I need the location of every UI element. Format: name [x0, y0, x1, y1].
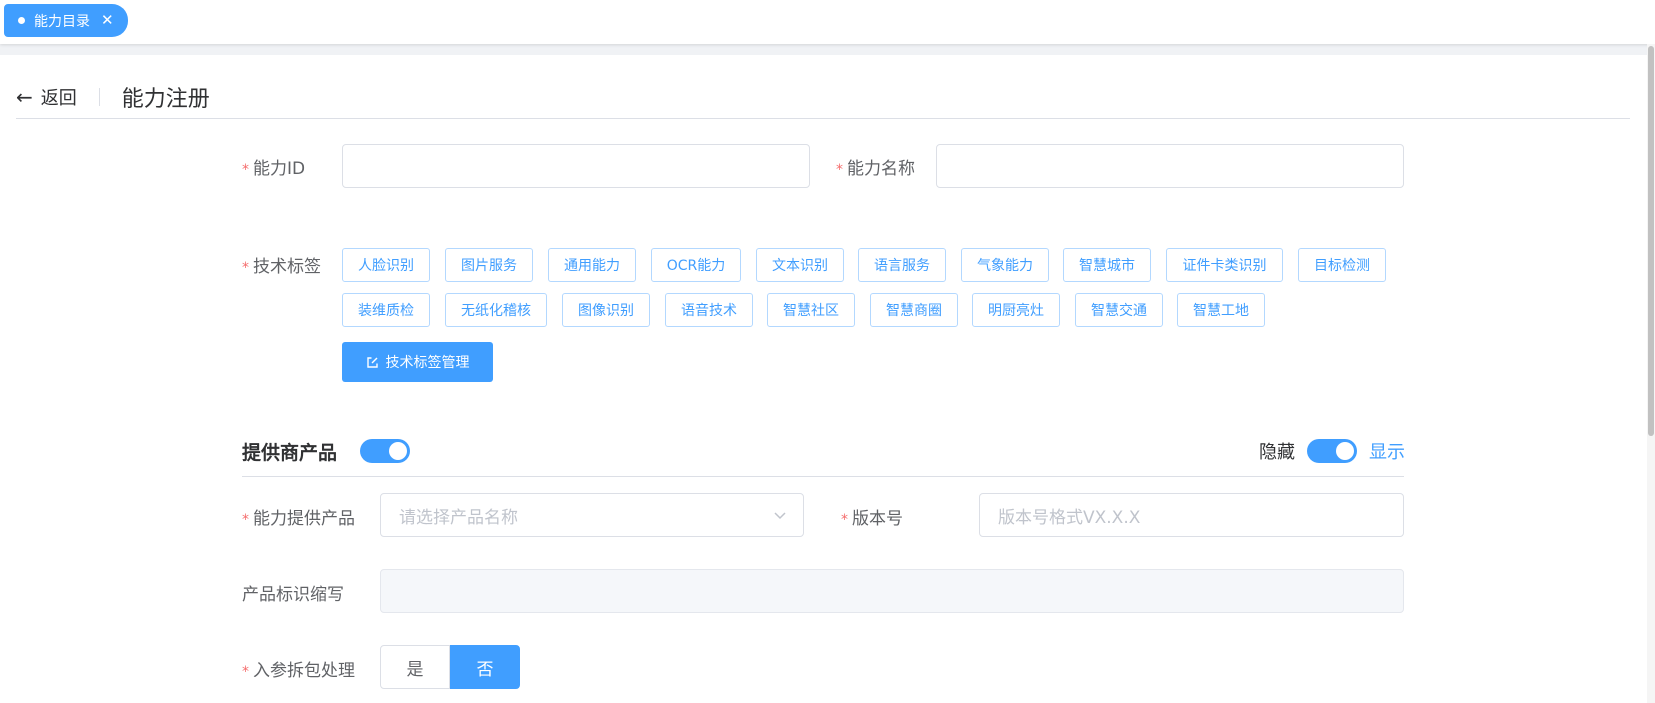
product-select[interactable]: 请选择产品名称	[380, 493, 804, 537]
close-icon[interactable]: ✕	[101, 13, 114, 28]
tag-item[interactable]: 明厨亮灶	[972, 293, 1060, 327]
version-label: * 版本号	[841, 509, 903, 529]
tab-ability-catalog[interactable]: 能力目录 ✕	[4, 4, 128, 37]
product-abbr-input[interactable]	[380, 569, 1404, 613]
tag-item[interactable]: 语音技术	[665, 293, 753, 327]
tag-item[interactable]: 证件卡类识别	[1166, 248, 1283, 282]
tag-item[interactable]: 通用能力	[548, 248, 636, 282]
tag-item[interactable]: 文本识别	[756, 248, 844, 282]
tag-item[interactable]: 人脸识别	[342, 248, 430, 282]
product-placeholder: 请选择产品名称	[399, 507, 518, 528]
required-mark: *	[242, 260, 249, 276]
required-mark: *	[242, 512, 249, 528]
toggle-knob	[1336, 442, 1354, 460]
tag-item[interactable]: OCR能力	[651, 248, 741, 282]
show-label: 显示	[1369, 442, 1405, 463]
arrow-left-icon: ←	[16, 84, 33, 109]
product-abbr-label: 产品标识缩写	[242, 585, 344, 605]
tab-label: 能力目录	[34, 13, 90, 30]
tech-tags-label: * 技术标签	[242, 257, 321, 277]
product-label: * 能力提供产品	[242, 509, 355, 529]
required-mark: *	[242, 162, 249, 178]
tag-item[interactable]: 智慧城市	[1063, 248, 1151, 282]
active-dot-icon	[18, 17, 25, 24]
tag-item[interactable]: 气象能力	[961, 248, 1049, 282]
tag-item[interactable]: 图像识别	[562, 293, 650, 327]
back-label: 返回	[40, 87, 77, 109]
tag-item[interactable]: 装维质检	[342, 293, 430, 327]
page-title: 能力注册	[121, 86, 210, 112]
toggle-knob	[389, 442, 407, 460]
required-mark: *	[841, 512, 848, 528]
tag-item[interactable]: 智慧工地	[1177, 293, 1265, 327]
ability-id-input[interactable]	[342, 144, 810, 188]
ability-name-input[interactable]	[936, 144, 1404, 188]
edit-icon	[366, 356, 379, 369]
manage-tags-button[interactable]: 技术标签管理	[342, 342, 493, 382]
tag-item[interactable]: 目标检测	[1298, 248, 1386, 282]
provider-toggle[interactable]	[360, 439, 410, 463]
tag-item[interactable]: 智慧社区	[767, 293, 855, 327]
tag-item[interactable]: 智慧商圈	[870, 293, 958, 327]
show-hide-toggle[interactable]	[1307, 439, 1357, 463]
page-header: ← 返回 能力注册	[16, 75, 1630, 119]
version-input[interactable]: 版本号格式VX.X.X	[979, 493, 1404, 537]
ability-name-label: * 能力名称	[836, 159, 915, 179]
radio-no[interactable]: 否	[450, 645, 520, 689]
radio-yes[interactable]: 是	[380, 645, 450, 689]
manage-tags-label: 技术标签管理	[385, 355, 470, 371]
section-divider	[242, 476, 1404, 477]
ability-id-label: * 能力ID	[242, 159, 306, 179]
tag-item[interactable]: 智慧交通	[1075, 293, 1163, 327]
version-placeholder: 版本号格式VX.X.X	[998, 507, 1141, 528]
required-mark: *	[836, 162, 843, 178]
param-split-label: * 入参拆包处理	[242, 661, 355, 681]
hide-label: 隐藏	[1259, 442, 1295, 463]
tab-bar: 能力目录 ✕	[0, 0, 1655, 44]
provider-section-title: 提供商产品	[242, 442, 338, 464]
header-divider	[98, 87, 100, 106]
required-mark: *	[242, 664, 249, 680]
tag-item[interactable]: 语言服务	[858, 248, 946, 282]
tag-item[interactable]: 无纸化稽核	[445, 293, 547, 327]
back-button[interactable]: ← 返回	[16, 84, 77, 110]
tag-item[interactable]: 图片服务	[445, 248, 533, 282]
chevron-down-icon	[771, 506, 789, 524]
param-split-radio-group: 是 否	[380, 645, 520, 689]
scrollbar-thumb[interactable]	[1648, 46, 1654, 436]
